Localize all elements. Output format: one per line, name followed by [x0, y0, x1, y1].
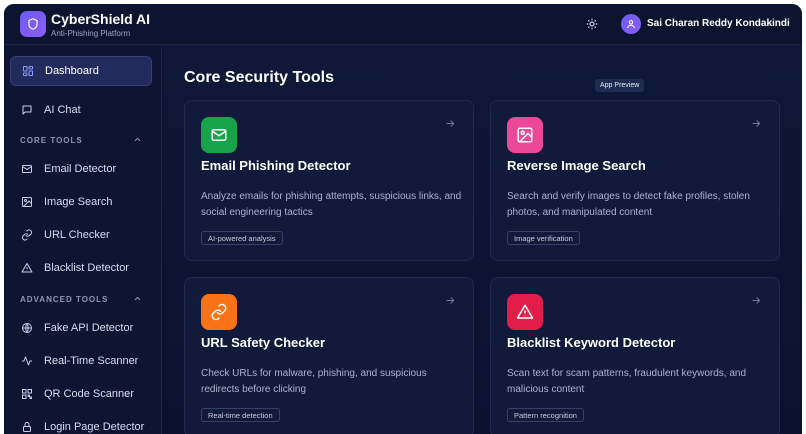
- app-window: CyberShield AI Anti-Phishing Platform Sa…: [4, 4, 802, 434]
- section-heading: ADVANCED TOOLS: [20, 294, 109, 304]
- card-badge: Image verification: [507, 231, 580, 245]
- globe-icon: [20, 321, 34, 335]
- mail-icon: [20, 162, 34, 176]
- card-description: Search and verify images to detect fake …: [507, 191, 750, 218]
- card-badge: AI-powered analysis: [201, 231, 283, 245]
- arrow-right-icon[interactable]: [749, 116, 763, 130]
- qr-icon: [20, 387, 34, 401]
- sidebar-item-label: Image Search: [44, 196, 113, 208]
- sidebar: Dashboard AI Chat CORE TOOLS Email Detec…: [4, 45, 162, 434]
- shield-icon[interactable]: [20, 11, 46, 37]
- warning-icon: [507, 294, 543, 330]
- user-name[interactable]: Sai Charan Reddy Kondakindi: [647, 18, 790, 29]
- card-description: Check URLs for malware, phishing, and su…: [201, 368, 427, 395]
- arrow-right-icon[interactable]: [749, 293, 763, 307]
- image-icon: [20, 195, 34, 209]
- app-subtitle: Anti-Phishing Platform: [51, 29, 131, 38]
- top-bar: CyberShield AI Anti-Phishing Platform Sa…: [4, 4, 802, 45]
- sidebar-item-qr-code-scanner[interactable]: QR Code Scanner: [10, 379, 152, 409]
- card-title: Blacklist Keyword Detector: [507, 335, 676, 350]
- card-description: Analyze emails for phishing attempts, su…: [201, 191, 462, 218]
- warning-icon: [20, 261, 34, 275]
- card-description: Scan text for scam patterns, fraudulent …: [507, 368, 747, 395]
- mail-icon: [201, 117, 237, 153]
- sidebar-item-dashboard[interactable]: Dashboard: [10, 56, 152, 86]
- arrow-right-icon[interactable]: [443, 116, 457, 130]
- chevron-up-icon[interactable]: [133, 290, 142, 308]
- section-advanced-tools[interactable]: ADVANCED TOOLS: [20, 292, 142, 306]
- tool-card-url-safety[interactable]: URL Safety Checker Check URLs for malwar…: [184, 277, 474, 434]
- dashboard-icon: [21, 64, 35, 78]
- image-icon: [507, 117, 543, 153]
- link-icon: [20, 228, 34, 242]
- chat-icon: [20, 103, 34, 117]
- sidebar-item-label: Dashboard: [45, 65, 99, 77]
- sidebar-item-image-search[interactable]: Image Search: [10, 187, 152, 217]
- sidebar-item-fake-api-detector[interactable]: Fake API Detector: [10, 313, 152, 343]
- sidebar-item-label: Real-Time Scanner: [44, 355, 139, 367]
- sidebar-item-label: Email Detector: [44, 163, 117, 175]
- sidebar-item-label: URL Checker: [44, 229, 110, 241]
- sidebar-item-label: QR Code Scanner: [44, 388, 134, 400]
- sidebar-item-label: Fake API Detector: [44, 322, 134, 334]
- preview-tooltip: App Preview: [595, 79, 645, 92]
- card-title: Reverse Image Search: [507, 158, 646, 173]
- sidebar-item-real-time-scanner[interactable]: Real-Time Scanner: [10, 346, 152, 376]
- sidebar-item-blacklist-detector[interactable]: Blacklist Detector: [10, 253, 152, 283]
- avatar[interactable]: [621, 14, 641, 34]
- sidebar-item-label: Login Page Detector: [44, 421, 145, 433]
- sidebar-item-url-checker[interactable]: URL Checker: [10, 220, 152, 250]
- sun-icon[interactable]: [584, 16, 600, 32]
- card-title: URL Safety Checker: [201, 335, 326, 350]
- sidebar-item-email-detector[interactable]: Email Detector: [10, 154, 152, 184]
- sidebar-item-ai-chat[interactable]: AI Chat: [10, 95, 152, 125]
- card-title: Email Phishing Detector: [201, 158, 351, 173]
- tool-card-reverse-image[interactable]: Reverse Image Search Search and verify i…: [490, 100, 780, 261]
- tool-card-email-phishing[interactable]: Email Phishing Detector Analyze emails f…: [184, 100, 474, 261]
- section-core-tools[interactable]: CORE TOOLS: [20, 133, 142, 147]
- sidebar-item-label: Blacklist Detector: [44, 262, 129, 274]
- sidebar-item-label: AI Chat: [44, 104, 81, 116]
- section-heading: CORE TOOLS: [20, 135, 83, 145]
- card-badge: Real-time detection: [201, 408, 280, 422]
- arrow-right-icon[interactable]: [443, 293, 457, 307]
- tool-card-blacklist-keyword[interactable]: Blacklist Keyword Detector Scan text for…: [490, 277, 780, 434]
- link-icon: [201, 294, 237, 330]
- sidebar-item-login-page-detector[interactable]: Login Page Detector: [10, 412, 152, 434]
- card-badge: Pattern recognition: [507, 408, 584, 422]
- chevron-up-icon[interactable]: [133, 131, 142, 149]
- lock-icon: [20, 420, 34, 434]
- main-content: Core Security Tools App Preview Email Ph…: [163, 45, 802, 434]
- page-title: Core Security Tools: [184, 69, 334, 86]
- app-name: CyberShield AI: [51, 11, 151, 27]
- activity-icon: [20, 354, 34, 368]
